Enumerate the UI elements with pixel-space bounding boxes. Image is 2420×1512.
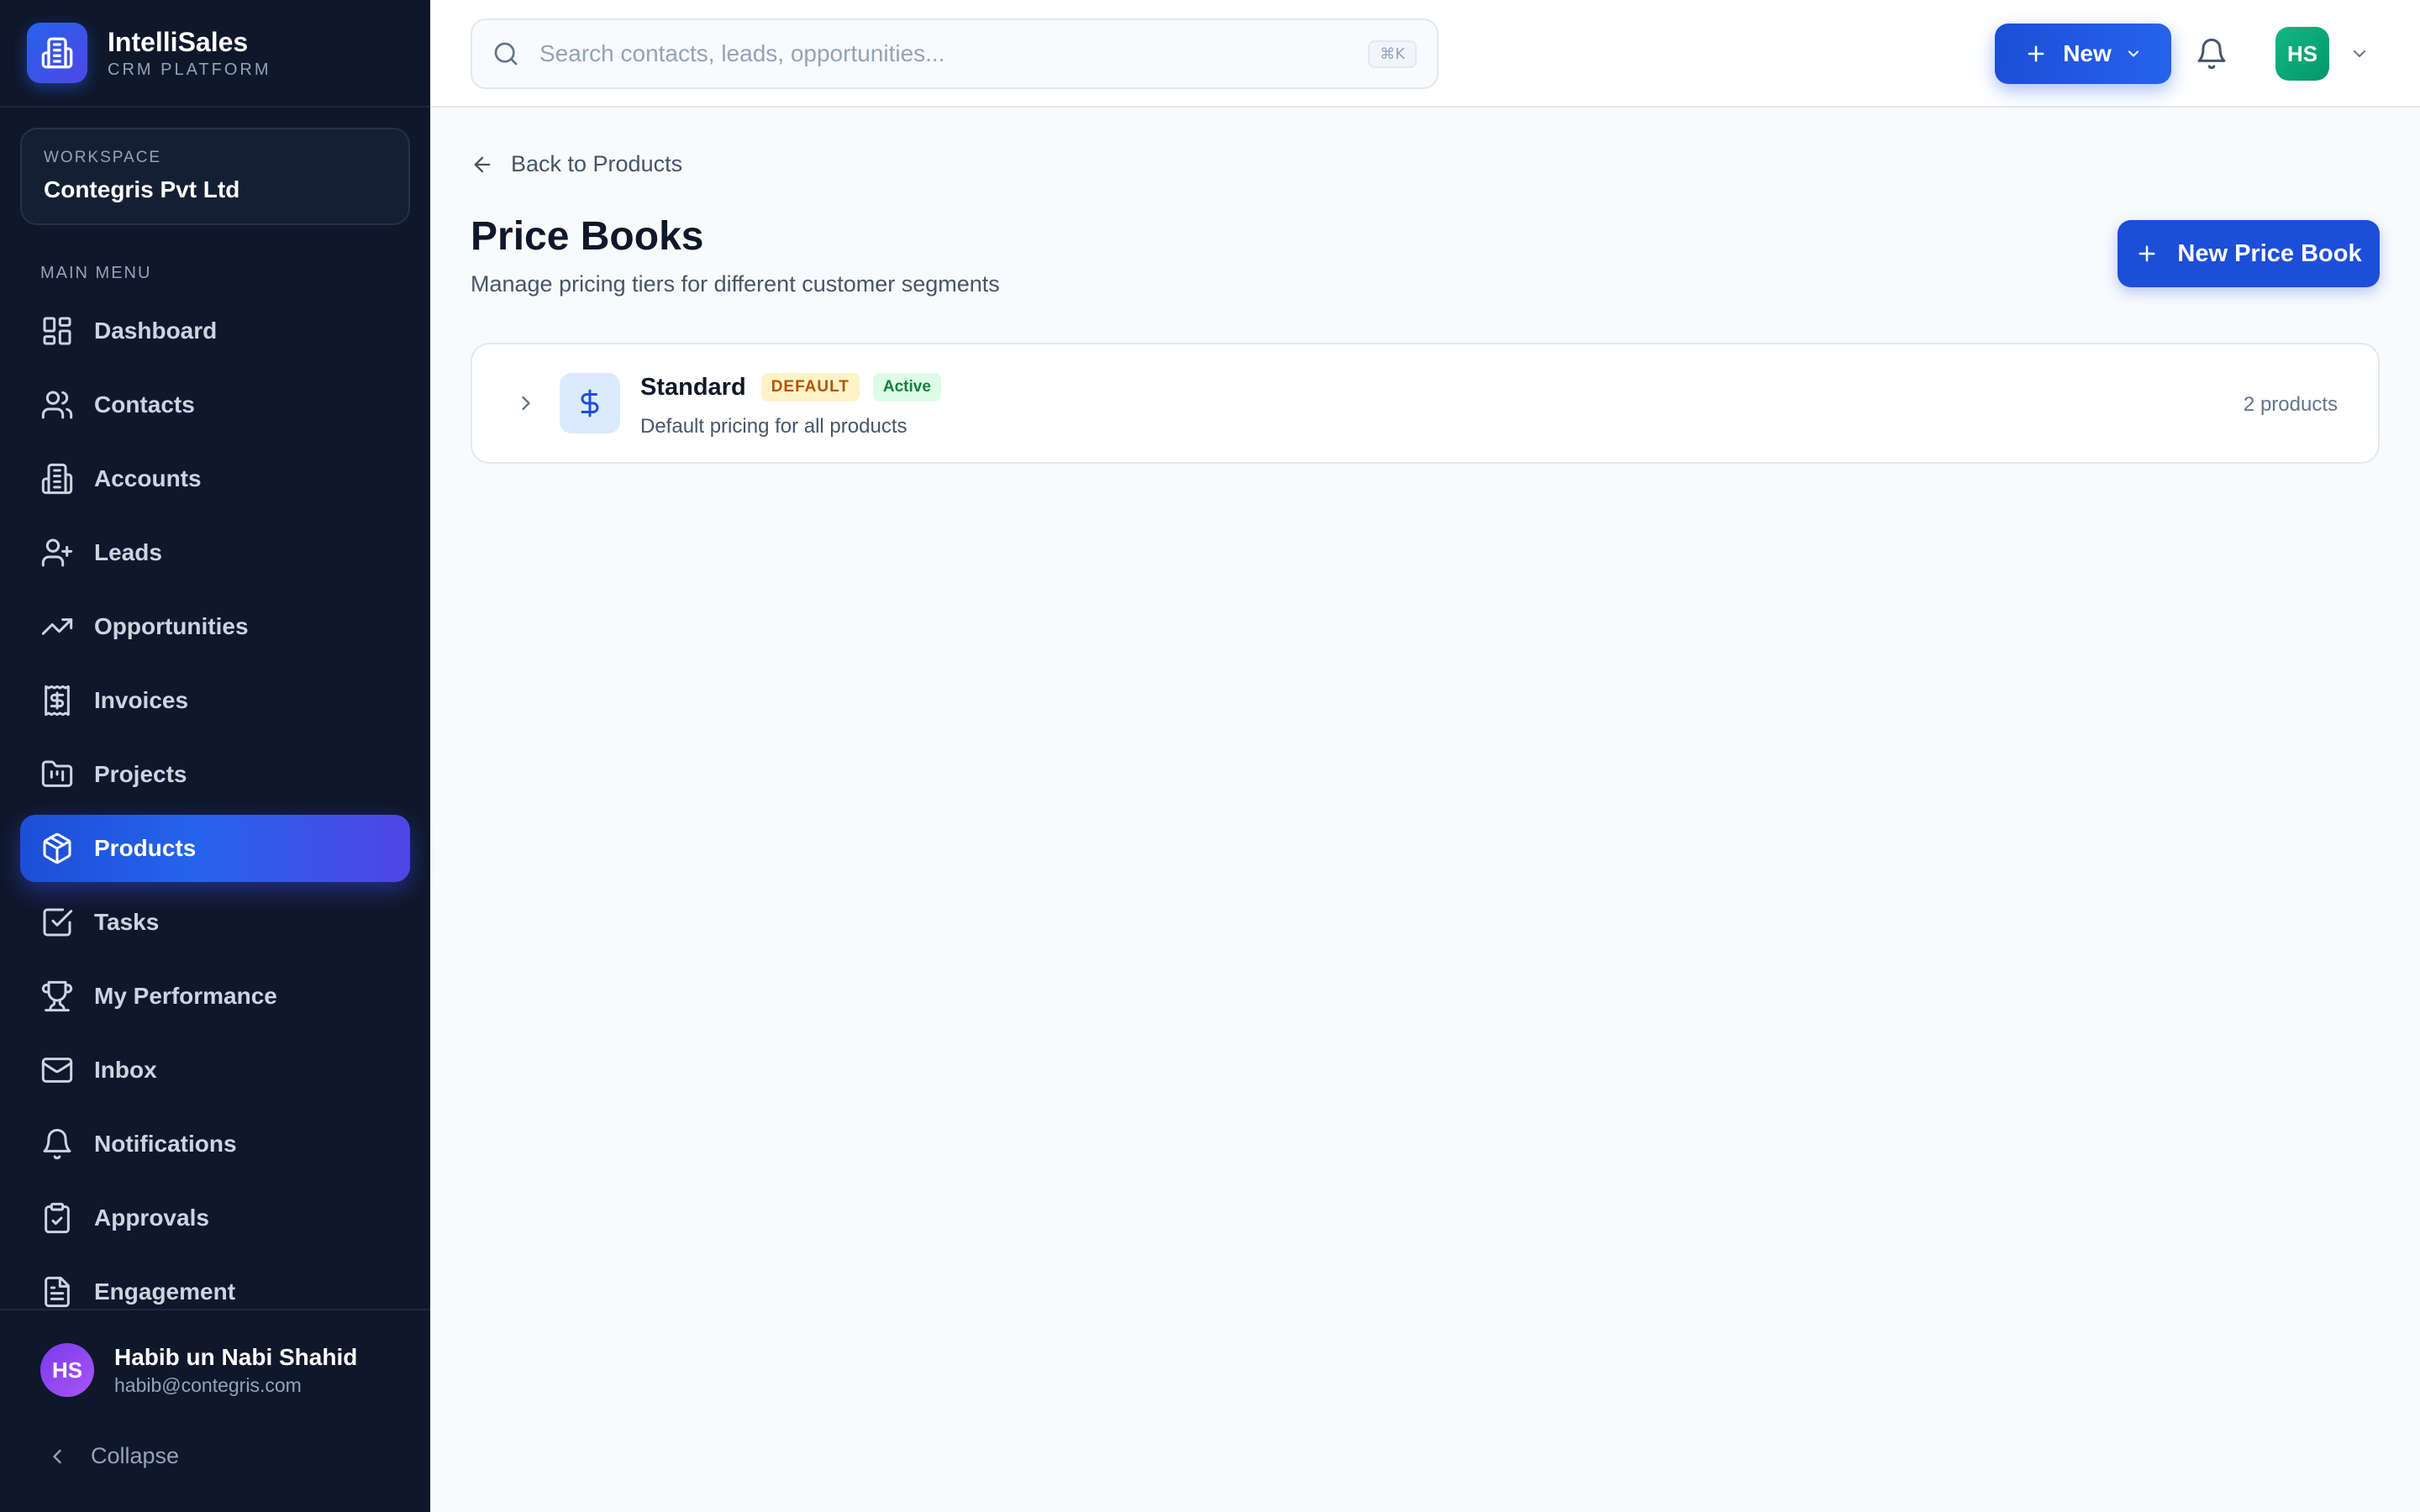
collapse-button[interactable]: Collapse <box>0 1443 430 1469</box>
users-icon <box>41 391 73 419</box>
sidebar-item-label: Tasks <box>94 909 160 935</box>
receipt-icon <box>45 685 70 717</box>
sidebar-item-inbox[interactable]: Inbox <box>20 1037 410 1104</box>
status-badge: Active <box>872 373 941 402</box>
building-icon <box>41 463 73 495</box>
avatar[interactable]: HS <box>2275 27 2329 81</box>
product-count: 2 products <box>2243 393 2338 416</box>
sidebar-item-my-performance[interactable]: My Performance <box>20 963 410 1030</box>
document-icon <box>45 1276 70 1308</box>
user-email: habib@contegris.com <box>114 1374 302 1396</box>
sidebar-item-approvals[interactable]: Approvals <box>20 1184 410 1252</box>
sidebar-item-tasks[interactable]: Tasks <box>20 889 410 956</box>
price-book-row[interactable]: Standard DEFAULT Active Default pricing … <box>471 343 2380 464</box>
shortcut-hint: ⌘K <box>1368 39 1417 68</box>
trending-up-icon <box>41 618 73 635</box>
user-name: Habib un Nabi Shahid <box>114 1344 358 1370</box>
chevron-down-icon <box>2354 50 2365 57</box>
dollar-icon <box>560 373 620 433</box>
package-icon <box>43 832 71 864</box>
search-input[interactable] <box>539 40 1369 67</box>
sidebar-item-dashboard[interactable]: Dashboard <box>20 297 410 365</box>
brand-subtitle: CRM PLATFORM <box>108 60 271 79</box>
search-bar[interactable]: ⌘K <box>471 18 1439 89</box>
new-price-book-button[interactable]: New Price Book <box>2118 220 2380 287</box>
bell-icon <box>2197 38 2226 70</box>
sidebar-item-label: Accounts <box>94 465 202 491</box>
sidebar-item-label: Dashboard <box>94 318 218 344</box>
main-content: Back to Products Price Books Manage pric… <box>430 108 2420 1512</box>
menu-section-label: MAIN MENU <box>40 264 152 282</box>
trophy-icon <box>41 980 73 1012</box>
brand[interactable]: IntelliSales CRM PLATFORM <box>0 0 430 108</box>
workspace-label: WORKSPACE <box>44 149 162 166</box>
sidebar-item-label: Projects <box>94 761 187 787</box>
sidebar-item-label: Leads <box>94 539 162 565</box>
back-link[interactable]: Back to Products <box>471 151 682 177</box>
page-title: Price Books <box>471 214 704 259</box>
page-subtitle: Manage pricing tiers for different custo… <box>471 271 1000 297</box>
expand-toggle[interactable] <box>514 391 538 419</box>
sidebar-item-label: Approvals <box>94 1205 209 1231</box>
mail-icon <box>41 1058 73 1083</box>
search-icon <box>494 42 518 66</box>
new-button[interactable]: New <box>1995 24 2171 84</box>
new-price-book-label: New Price Book <box>2177 239 2362 267</box>
topbar: ⌘K New HS <box>430 0 2420 108</box>
back-link-label: Back to Products <box>511 151 683 176</box>
collapse-label: Collapse <box>91 1443 180 1468</box>
brand-name: IntelliSales <box>108 27 249 57</box>
chevron-right-icon <box>522 396 530 411</box>
sidebar: IntelliSales CRM PLATFORM WORKSPACE Cont… <box>0 0 430 1512</box>
sidebar-item-products[interactable]: Products <box>20 815 410 882</box>
clipboard-check-icon <box>45 1202 70 1234</box>
sidebar-footer: HS Habib un Nabi Shahid habib@contegris.… <box>0 1309 430 1512</box>
arrow-left-icon <box>474 156 491 172</box>
chevron-down-icon <box>2128 50 2139 57</box>
avatar: HS <box>40 1343 94 1397</box>
user-profile[interactable]: HS Habib un Nabi Shahid habib@contegris.… <box>0 1342 430 1398</box>
sidebar-item-accounts[interactable]: Accounts <box>20 445 410 512</box>
folder-icon <box>41 760 73 787</box>
sidebar-item-label: Opportunities <box>94 613 249 639</box>
plus-icon <box>2139 245 2155 262</box>
new-button-label: New <box>2063 40 2112 66</box>
sidebar-item-invoices[interactable]: Invoices <box>20 667 410 734</box>
price-book-name: Standard <box>640 373 746 401</box>
workspace-name: Contegris Pvt Ltd <box>44 176 240 202</box>
check-square-icon <box>43 908 73 937</box>
sidebar-item-opportunities[interactable]: Opportunities <box>20 593 410 660</box>
sidebar-item-contacts[interactable]: Contacts <box>20 371 410 438</box>
sidebar-item-label: My Performance <box>94 983 277 1009</box>
sidebar-item-label: Contacts <box>94 391 195 417</box>
default-badge: DEFAULT <box>760 373 860 402</box>
sidebar-item-label: Invoices <box>94 687 189 713</box>
sidebar-item-notifications[interactable]: Notifications <box>20 1110 410 1178</box>
main-menu: Dashboard Contacts Accounts Leads Opport… <box>0 297 430 1332</box>
account-menu-toggle[interactable] <box>2349 44 2370 68</box>
sidebar-item-leads[interactable]: Leads <box>20 519 410 586</box>
workspace-switcher[interactable]: WORKSPACE Contegris Pvt Ltd <box>20 128 410 225</box>
sidebar-item-projects[interactable]: Projects <box>20 741 410 808</box>
notifications-button[interactable] <box>2195 37 2228 75</box>
sidebar-item-label: Engagement <box>94 1278 236 1305</box>
sidebar-item-label: Products <box>94 835 197 861</box>
sidebar-item-label: Notifications <box>94 1131 237 1157</box>
building-logo-icon <box>27 23 87 83</box>
chevron-left-icon <box>53 1449 61 1463</box>
plus-icon <box>2028 45 2044 62</box>
sidebar-item-label: Inbox <box>94 1057 157 1083</box>
user-plus-icon <box>41 538 73 567</box>
bell-icon <box>43 1128 71 1160</box>
dashboard-icon <box>43 317 71 345</box>
price-book-description: Default pricing for all products <box>640 415 908 438</box>
